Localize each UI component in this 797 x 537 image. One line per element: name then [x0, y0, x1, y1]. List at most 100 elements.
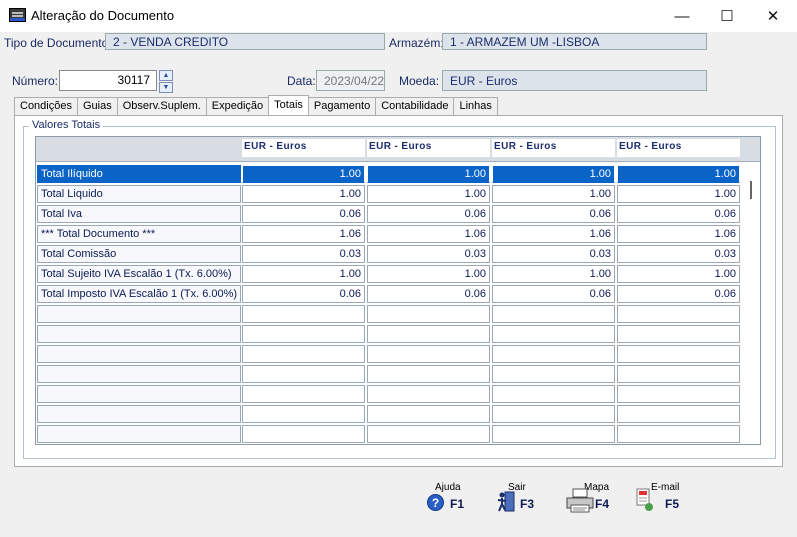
table-row[interactable]: Total Liquido 1.00 1.00 1.00 1.00 — [36, 184, 760, 204]
row-label[interactable]: Total Comissão — [37, 245, 241, 263]
row-label[interactable]: Total Iva — [37, 205, 241, 223]
row-label[interactable] — [37, 345, 241, 363]
value-cell[interactable] — [367, 325, 490, 343]
numero-input[interactable]: 30117 — [59, 70, 157, 91]
close-button[interactable]: ✕ — [750, 0, 796, 32]
ajuda-button[interactable]: Ajuda ? F1 — [424, 482, 486, 518]
row-label[interactable]: Total Liquido — [37, 185, 241, 203]
value-cell[interactable] — [367, 405, 490, 423]
value-cell[interactable]: 0.06 — [242, 285, 365, 303]
table-row[interactable]: Total Sujeito IVA Escalão 1 (Tx. 6.00%) 1… — [36, 264, 760, 284]
value-cell[interactable] — [242, 325, 365, 343]
row-label[interactable] — [37, 305, 241, 323]
tab-totais[interactable]: Totais — [268, 95, 309, 115]
table-row[interactable] — [36, 364, 760, 384]
value-cell[interactable] — [492, 365, 615, 383]
mapa-button[interactable]: Mapa F4 — [564, 482, 626, 518]
tab-observ-suplem[interactable]: Observ.Suplem. — [116, 97, 207, 115]
maximize-button[interactable]: ☐ — [704, 0, 750, 32]
row-label[interactable]: *** Total Documento *** — [37, 225, 241, 243]
row-label[interactable] — [37, 385, 241, 403]
tab-pagamento[interactable]: Pagamento — [307, 97, 377, 115]
value-cell[interactable]: 1.00 — [242, 265, 365, 283]
moeda-field[interactable]: EUR - Euros — [442, 70, 707, 91]
table-row[interactable] — [36, 424, 760, 444]
value-cell[interactable]: 0.06 — [492, 285, 615, 303]
value-cell[interactable]: 1.00 — [242, 165, 365, 183]
value-cell[interactable] — [492, 345, 615, 363]
value-cell[interactable]: 1.00 — [617, 185, 740, 203]
table-row[interactable]: Total Comissão 0.03 0.03 0.03 0.03 — [36, 244, 760, 264]
tab-linhas[interactable]: Linhas — [453, 97, 498, 115]
row-label[interactable] — [37, 405, 241, 423]
numero-spin-down[interactable]: ▼ — [159, 82, 173, 93]
data-field[interactable]: 2023/04/22 — [316, 70, 385, 91]
value-cell[interactable] — [617, 385, 740, 403]
row-label[interactable] — [37, 425, 241, 443]
tab-guias[interactable]: Guias — [76, 97, 118, 115]
table-row[interactable]: Total Imposto IVA Escalão 1 (Tx. 6.00%) 0… — [36, 284, 760, 304]
value-cell[interactable]: 1.00 — [367, 185, 490, 203]
grid-scrollbar[interactable] — [746, 163, 760, 444]
value-cell[interactable] — [617, 345, 740, 363]
row-label[interactable] — [37, 325, 241, 343]
table-row[interactable] — [36, 404, 760, 424]
scrollbar-thumb[interactable] — [750, 181, 752, 199]
value-cell[interactable]: 0.03 — [367, 245, 490, 263]
tab-condicoes[interactable]: Condições — [14, 97, 78, 115]
value-cell[interactable]: 1.00 — [367, 265, 490, 283]
numero-spin-up[interactable]: ▲ — [159, 70, 173, 81]
value-cell[interactable] — [617, 405, 740, 423]
row-label[interactable] — [37, 365, 241, 383]
value-cell[interactable]: 0.06 — [492, 205, 615, 223]
value-cell[interactable] — [617, 425, 740, 443]
value-cell[interactable]: 1.00 — [492, 185, 615, 203]
value-cell[interactable] — [617, 305, 740, 323]
table-row[interactable] — [36, 384, 760, 404]
value-cell[interactable]: 1.00 — [617, 165, 740, 183]
tab-contabilidade[interactable]: Contabilidade — [375, 97, 455, 115]
value-cell[interactable]: 1.00 — [242, 185, 365, 203]
column-header[interactable]: EUR - Euros — [367, 139, 490, 157]
table-row[interactable]: Total Ilíquido 1.00 1.00 1.00 1.00 — [36, 164, 760, 184]
sair-button[interactable]: Sair F3 — [494, 482, 556, 518]
value-cell[interactable] — [242, 345, 365, 363]
value-cell[interactable] — [492, 405, 615, 423]
row-label[interactable]: Total Sujeito IVA Escalão 1 (Tx. 6.00%) — [37, 265, 241, 283]
value-cell[interactable] — [242, 425, 365, 443]
value-cell[interactable]: 1.06 — [242, 225, 365, 243]
value-cell[interactable] — [242, 405, 365, 423]
armazem-field[interactable]: 1 - ARMAZEM UM -LISBOA — [442, 33, 707, 50]
table-row[interactable] — [36, 304, 760, 324]
value-cell[interactable]: 1.06 — [492, 225, 615, 243]
value-cell[interactable] — [367, 365, 490, 383]
value-cell[interactable]: 0.03 — [492, 245, 615, 263]
value-cell[interactable]: 1.06 — [617, 225, 740, 243]
value-cell[interactable]: 1.00 — [617, 265, 740, 283]
value-cell[interactable] — [242, 385, 365, 403]
value-cell[interactable]: 1.06 — [367, 225, 490, 243]
column-header[interactable]: EUR - Euros — [617, 139, 740, 157]
value-cell[interactable] — [367, 425, 490, 443]
value-cell[interactable] — [367, 305, 490, 323]
value-cell[interactable]: 0.06 — [367, 205, 490, 223]
value-cell[interactable]: 0.03 — [617, 245, 740, 263]
row-label[interactable]: Total Imposto IVA Escalão 1 (Tx. 6.00%) — [37, 285, 241, 303]
value-cell[interactable] — [617, 325, 740, 343]
tipo-documento-field[interactable]: 2 - VENDA CREDITO — [105, 33, 385, 50]
value-cell[interactable] — [367, 385, 490, 403]
minimize-button[interactable]: — — [659, 0, 705, 32]
column-header[interactable]: EUR - Euros — [242, 139, 365, 157]
value-cell[interactable] — [367, 345, 490, 363]
table-row[interactable]: *** Total Documento *** 1.06 1.06 1.06 1.06 — [36, 224, 760, 244]
value-cell[interactable]: 1.00 — [492, 265, 615, 283]
value-cell[interactable] — [492, 305, 615, 323]
value-cell[interactable]: 0.06 — [617, 205, 740, 223]
value-cell[interactable] — [617, 365, 740, 383]
value-cell[interactable]: 0.06 — [617, 285, 740, 303]
value-cell[interactable]: 0.06 — [242, 205, 365, 223]
column-header[interactable]: EUR - Euros — [492, 139, 615, 157]
value-cell[interactable]: 0.03 — [242, 245, 365, 263]
email-button[interactable]: E-mail F5 — [634, 482, 696, 518]
value-cell[interactable]: 1.00 — [492, 165, 615, 183]
